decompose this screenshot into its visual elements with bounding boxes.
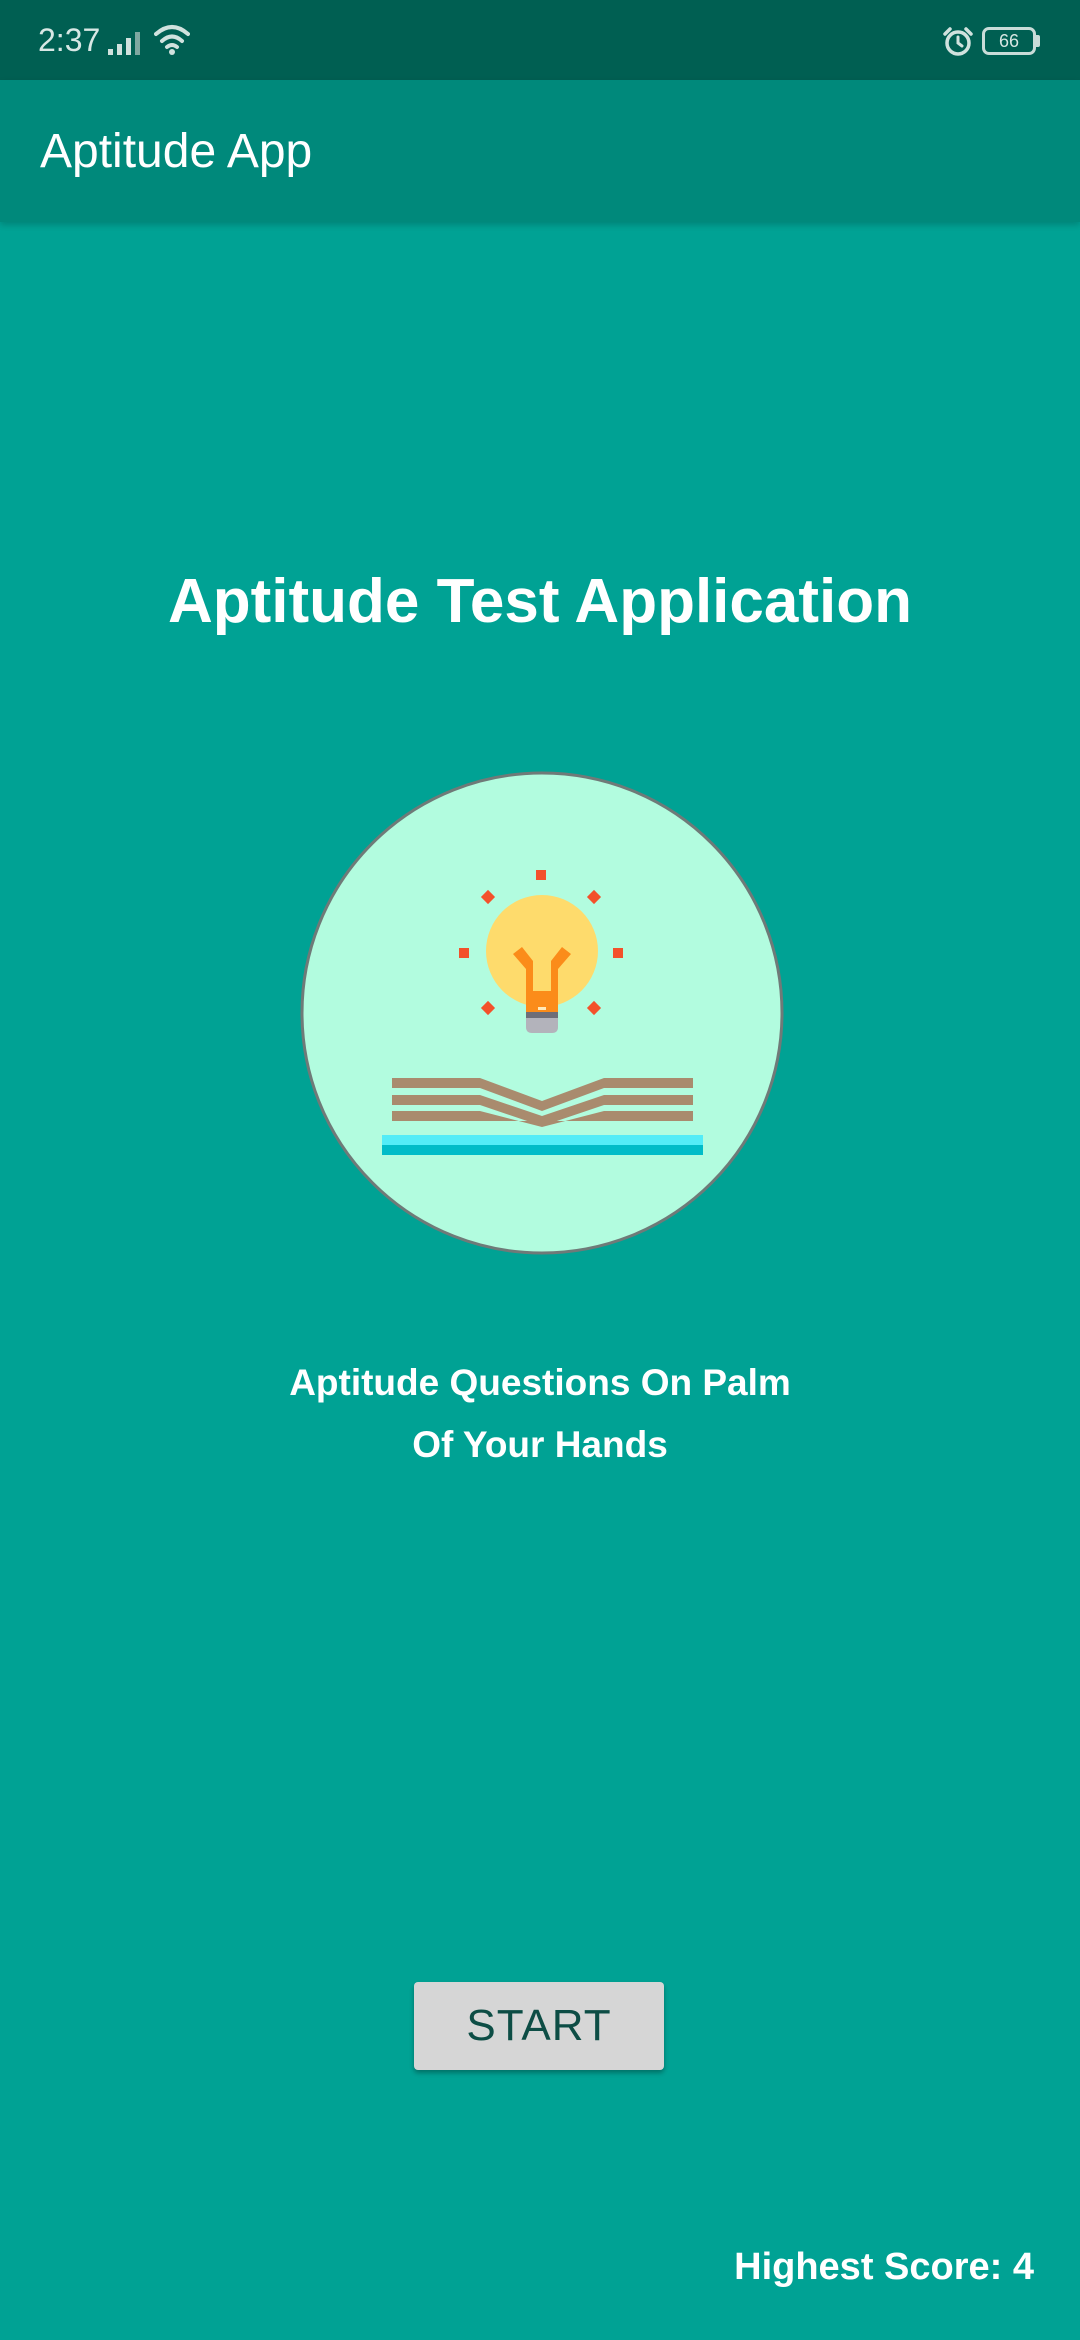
tagline: Aptitude Questions On Palm Of Your Hands <box>240 1352 840 1476</box>
app-bar: Aptitude App <box>0 80 1080 222</box>
battery-level: 66 <box>998 31 1020 51</box>
battery-icon: 66 <box>982 27 1036 55</box>
start-button[interactable]: START <box>414 1982 664 2070</box>
status-bar: 2:37 66 <box>0 0 1080 80</box>
alarm-icon <box>943 27 973 56</box>
tagline-line-2: Of Your Hands <box>412 1424 668 1465</box>
wifi-icon <box>154 25 190 55</box>
lightbulb-book-icon <box>300 771 784 1255</box>
app-title: Aptitude App <box>40 125 313 178</box>
highest-score: Highest Score: 4 <box>734 2246 1034 2288</box>
status-time: 2:37 <box>38 22 101 58</box>
signal-icon <box>108 32 140 55</box>
battery-tip <box>1036 35 1040 47</box>
tagline-line-1: Aptitude Questions On Palm <box>289 1362 791 1403</box>
page-title: Aptitude Test Application <box>168 567 912 636</box>
